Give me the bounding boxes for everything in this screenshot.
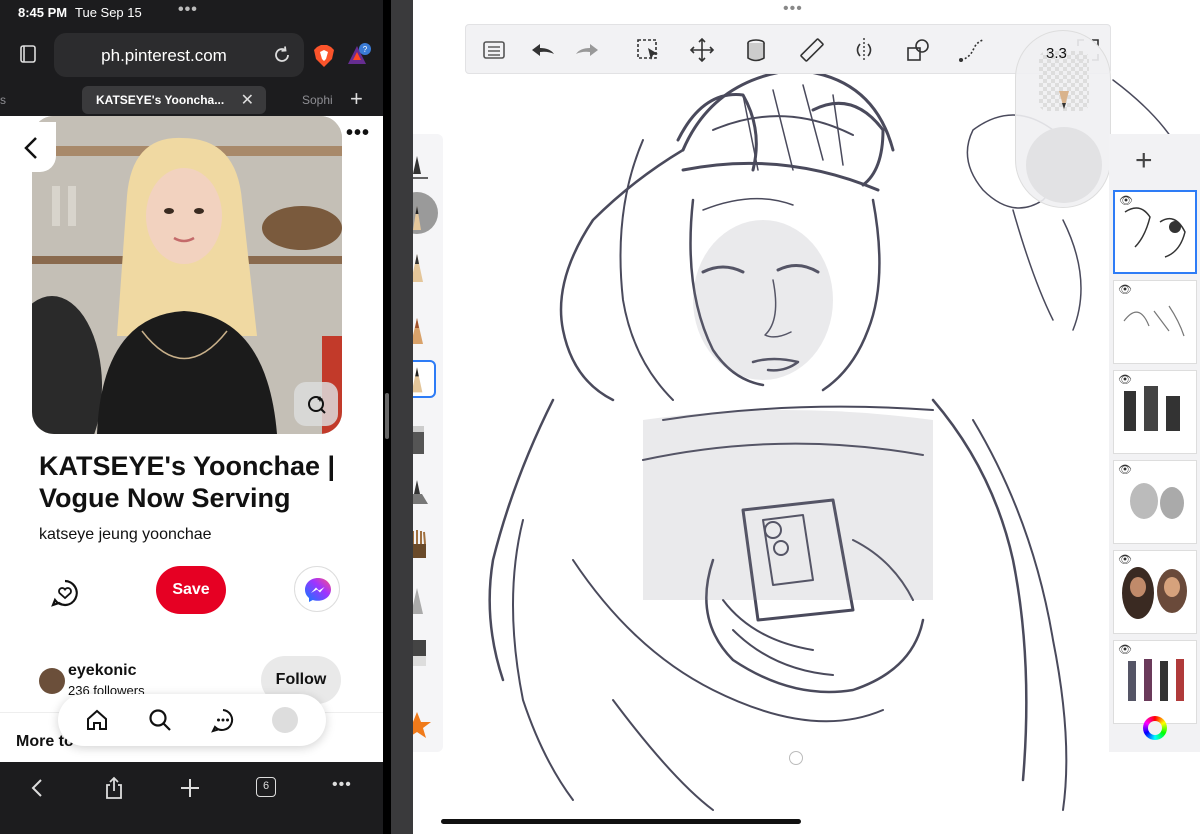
back-icon[interactable] (26, 776, 50, 800)
status-bar: 8:45 PM Tue Sep 15 ••• (0, 0, 383, 26)
eye-hidden-icon[interactable]: 👁 (1118, 553, 1132, 566)
status-date: Tue Sep 15 (75, 5, 142, 20)
home-indicator[interactable] (441, 819, 801, 824)
brush-size-value: 3.3 (1046, 45, 1067, 62)
brush-picker-icon[interactable] (413, 146, 436, 184)
bookmarks-icon[interactable] (18, 44, 38, 64)
layer-thumbnail[interactable]: 👁 (1113, 460, 1197, 544)
pinterest-bottom-nav (58, 694, 326, 746)
eye-hidden-icon[interactable]: 👁 (1118, 283, 1132, 296)
share-icon[interactable] (102, 776, 126, 800)
brush-size-indicator[interactable] (413, 192, 438, 234)
layer-thumbnail[interactable]: 👁 (1113, 190, 1197, 274)
drawing-app: ••• 3.3 + 👁 👁 👁 👁 👁 👁 (413, 0, 1200, 834)
tab-active[interactable]: KATSEYE's Yooncha... ✕ (82, 86, 266, 114)
layer-thumbnail[interactable]: 👁 (1113, 370, 1197, 454)
tab-active-label: KATSEYE's Yooncha... (96, 93, 225, 107)
brush-pencil-selected-icon[interactable] (413, 360, 436, 398)
pencil-nib-icon (413, 206, 421, 230)
fill-bucket-icon[interactable] (742, 36, 770, 64)
add-layer-icon[interactable]: + (1135, 144, 1153, 178)
gallery-list-icon[interactable] (480, 36, 508, 64)
redo-icon[interactable] (574, 36, 602, 64)
pinterest-page: ••• KATSEYE's Yoonchae | Vogue Now Servi… (0, 116, 383, 762)
brush-eraser-icon[interactable] (413, 634, 436, 672)
brush-rail (413, 134, 443, 752)
creator-avatar[interactable] (39, 668, 65, 694)
ruler-icon[interactable] (798, 36, 826, 64)
app-edge (391, 0, 413, 834)
pin-title: KATSEYE's Yoonchae | Vogue Now Serving (39, 451, 336, 513)
brush-chisel-icon[interactable] (413, 580, 436, 618)
transform-icon[interactable] (688, 36, 716, 64)
brave-rewards-icon[interactable]: ? (346, 42, 372, 68)
layer-thumbnail[interactable]: 👁 (1113, 640, 1197, 724)
eye-icon[interactable]: 👁 (1119, 194, 1133, 207)
eye-hidden-icon[interactable]: 👁 (1118, 463, 1132, 476)
layer-thumbnail[interactable]: 👁 (1113, 550, 1197, 634)
new-tab-icon[interactable]: + (350, 86, 363, 112)
layer-thumbnail[interactable]: 👁 (1113, 280, 1197, 364)
more-options-icon[interactable]: ••• (346, 122, 370, 145)
brush-pencil-2-icon[interactable] (413, 310, 436, 348)
status-time: 8:45 PM (18, 5, 68, 20)
tab-bar: s KATSEYE's Yooncha... ✕ Sophi + (0, 86, 383, 114)
shapes-icon[interactable] (904, 36, 932, 64)
cursor-indicator (789, 751, 803, 765)
browser-pane: 8:45 PM Tue Sep 15 ••• ph.pinterest.com (0, 0, 383, 834)
tab-left-edge[interactable]: s (0, 93, 6, 107)
address-bar-row: ph.pinterest.com ? (0, 30, 383, 80)
url-text: ph.pinterest.com (101, 46, 227, 65)
brush-bristle-icon[interactable] (413, 526, 436, 564)
undo-icon[interactable] (528, 36, 556, 64)
symmetry-icon[interactable] (850, 36, 878, 64)
comment-icon[interactable] (48, 576, 82, 610)
curve-icon[interactable] (958, 36, 986, 64)
selection-icon[interactable] (634, 36, 662, 64)
brush-puck[interactable]: 3.3 (1015, 30, 1111, 208)
multitask-dots-icon[interactable]: ••• (783, 0, 803, 18)
opacity-puck[interactable] (1026, 127, 1102, 203)
reload-icon[interactable] (272, 45, 292, 65)
home-icon[interactable] (84, 707, 110, 733)
pin-description: katseye jeung yoonchae (39, 526, 212, 543)
color-picker-icon[interactable] (1143, 716, 1167, 740)
rewards-badge-text: ? (363, 45, 368, 54)
menu-icon[interactable]: ••• (332, 776, 352, 794)
layers-panel: + 👁 👁 👁 👁 👁 👁 (1109, 134, 1200, 752)
tabs-count-button[interactable]: 6 (256, 777, 276, 797)
search-icon[interactable] (147, 707, 173, 733)
split-view-grip[interactable] (385, 393, 389, 439)
tab-inactive[interactable]: Sophi (302, 93, 333, 107)
creator-name[interactable]: eyekonic (68, 662, 136, 680)
chevron-left-icon (24, 137, 37, 159)
visual-search-button[interactable] (294, 382, 338, 426)
brush-favorite-star-icon[interactable] (413, 706, 436, 744)
lens-search-icon (308, 396, 326, 414)
brush-airbrush-icon[interactable] (413, 474, 436, 512)
messenger-icon (305, 578, 331, 602)
sketch-shading (643, 220, 933, 600)
brave-shields-icon[interactable] (313, 44, 335, 68)
messenger-share-button[interactable] (294, 566, 340, 612)
profile-avatar[interactable] (272, 707, 298, 733)
multitask-dots-icon[interactable]: ••• (178, 1, 198, 19)
brush-pencil-1-icon[interactable] (413, 248, 436, 286)
new-tab-plus-icon[interactable] (178, 776, 202, 800)
address-bar[interactable]: ph.pinterest.com (54, 33, 304, 77)
close-tab-icon[interactable]: ✕ (241, 90, 254, 110)
safari-bottom-toolbar: 6 ••• (0, 762, 383, 834)
eye-hidden-icon[interactable]: 👁 (1118, 373, 1132, 386)
messages-icon[interactable] (210, 707, 236, 733)
back-button[interactable] (6, 122, 56, 172)
main-toolbar (465, 24, 1111, 74)
eye-hidden-icon[interactable]: 👁 (1118, 643, 1132, 656)
save-button[interactable]: Save (156, 566, 226, 614)
brush-marker-icon[interactable] (413, 422, 436, 460)
